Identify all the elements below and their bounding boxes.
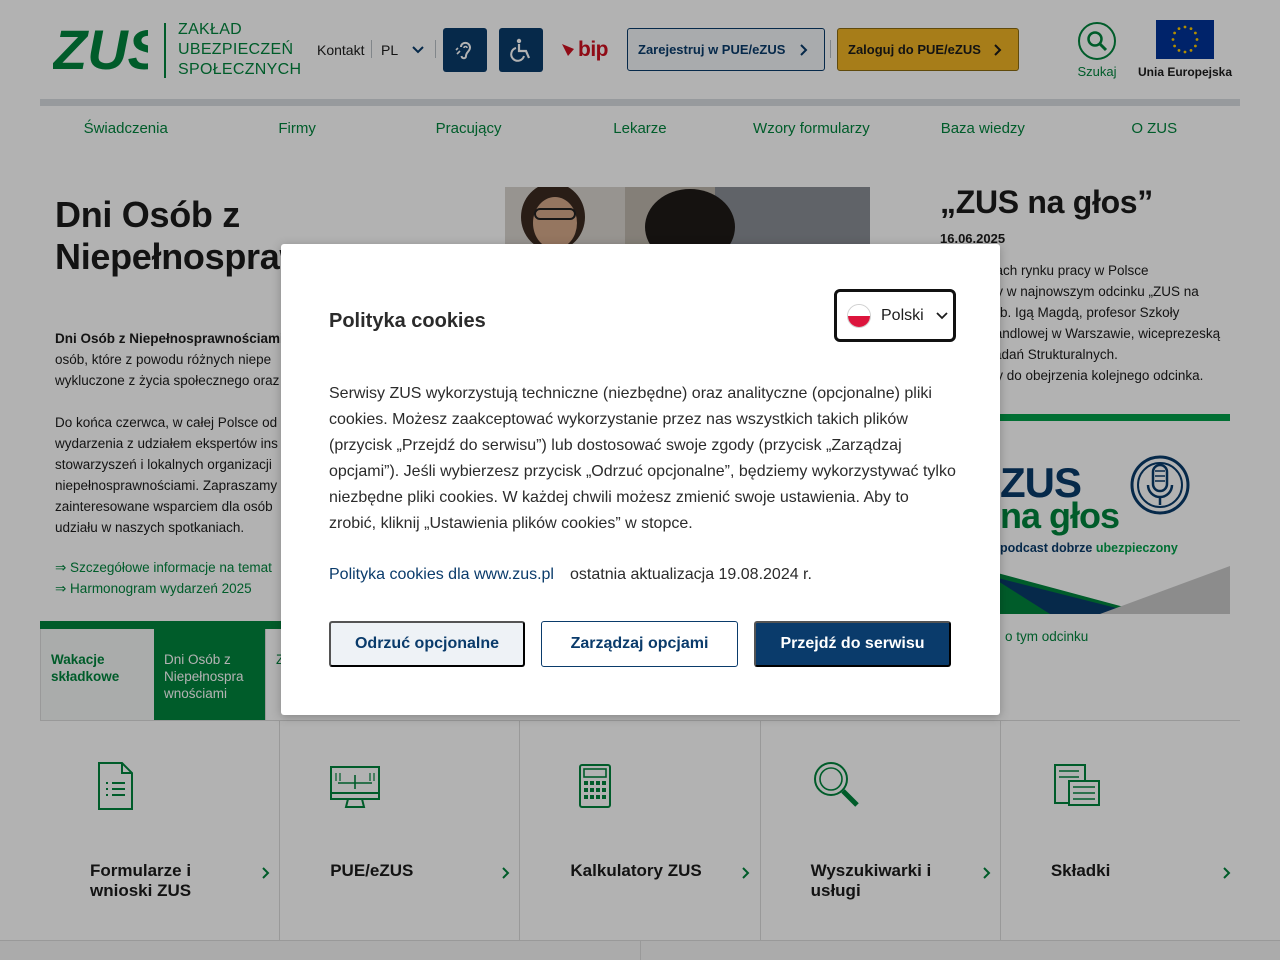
cookie-dialog-body: Serwisy ZUS wykorzystują techniczne (nie… xyxy=(329,385,956,532)
reject-optional-button[interactable]: Odrzuć opcjonalne xyxy=(329,621,525,667)
cookie-language-label: Polski xyxy=(881,306,924,324)
chevron-down-icon xyxy=(936,311,948,319)
go-to-site-button[interactable]: Przejdź do serwisu xyxy=(754,621,951,667)
cookie-policy-link[interactable]: Polityka cookies dla www.zus.pl xyxy=(329,566,554,584)
manage-options-button[interactable]: Zarządzaj opcjami xyxy=(541,621,738,667)
cookie-policy-updated: ostatnia aktualizacja 19.08.2024 r. xyxy=(570,566,812,583)
poland-flag-icon xyxy=(847,303,871,328)
cookie-consent-dialog: Polityka cookies Polski Serwisy ZUS wyko… xyxy=(281,244,1000,715)
cookie-dialog-title: Polityka cookies xyxy=(329,310,486,332)
cookie-language-select[interactable]: Polski xyxy=(834,289,956,342)
